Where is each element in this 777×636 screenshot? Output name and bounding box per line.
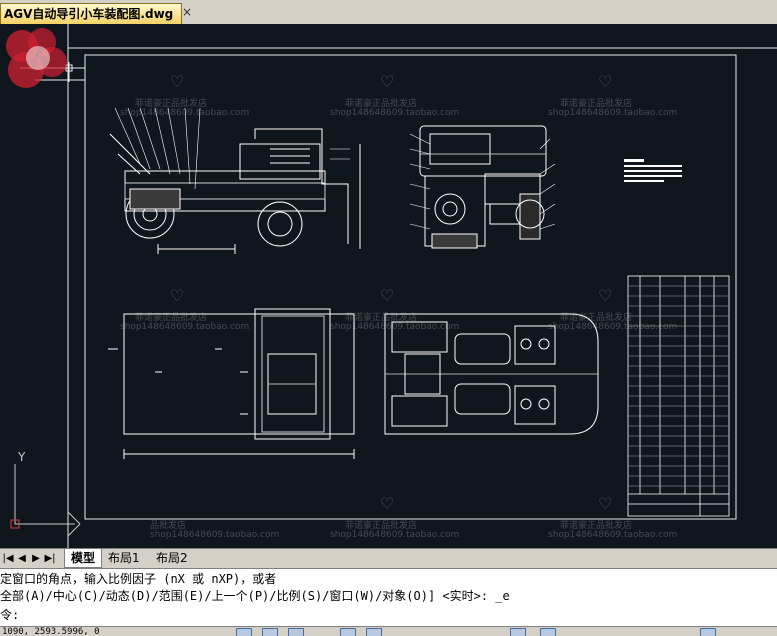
watermark-url: shop148648609.taobao.com [120,108,250,118]
tab-layout2[interactable]: 布局2 [150,549,194,567]
ucs-icon [10,464,81,537]
tab-layout1[interactable]: 布局1 [102,549,146,567]
first-tab-button[interactable]: |◀ [2,552,14,566]
status-toolbar-icons[interactable] [340,628,356,636]
command-history-line: 全部(A)/中心(C)/动态(D)/范围(E)/上一个(P)/比例(S)/窗口(… [0,589,510,603]
layout-tab-bar: |◀ ◀ ▶ ▶| 模型 布局1 布局2 [0,548,777,569]
heart-watermark-icon: ♡ [170,72,185,91]
command-prompt[interactable]: 令: [0,607,19,623]
ucs-y-label: Y [18,450,26,464]
view-front-section [419,125,547,249]
last-tab-button[interactable]: ▶| [44,552,56,566]
next-tab-button[interactable]: ▶ [30,552,42,566]
status-toolbar-icons[interactable] [288,628,304,636]
side-leaders [114,107,350,190]
view-side-elevation [109,128,361,254]
watermark-url: shop148648609.taobao.com [548,322,678,332]
document-tab[interactable]: AGV自动导引小车装配图.dwg [0,3,183,25]
status-toolbar-icons[interactable] [366,628,382,636]
command-history-line: 定窗口的角点，输入比例因子 (nX 或 nXP)，或者 [0,572,277,586]
prev-tab-button[interactable]: ◀ [16,552,28,566]
view-top [384,313,599,435]
command-window[interactable]: 定窗口的角点，输入比例因子 (nX 或 nXP)，或者 全部(A)/中心(C)/… [0,568,777,627]
heart-watermark-icon: ♡ [598,286,613,305]
stamp-logo [6,28,67,88]
status-toolbar-icons[interactable] [262,628,278,636]
heart-watermark-icon: ♡ [380,286,395,305]
heart-watermark-icon: ♡ [598,494,613,513]
watermark-url: shop148648609.taobao.com [548,530,678,540]
watermark-url: shop148648609.taobao.com [330,530,460,540]
tab-model[interactable]: 模型 [64,549,103,568]
drawing-canvas[interactable]: ♡ 菲诺豪正品批发店 shop148648609.taobao.com ♡ 菲诺… [0,24,777,548]
close-icon[interactable]: × [180,5,194,19]
heart-watermark-icon: ♡ [170,286,185,305]
watermark-url: shop148648609.taobao.com [330,108,460,118]
watermark-url: shop148648609.taobao.com [120,322,250,332]
status-toolbar-icons[interactable] [510,628,526,636]
status-toolbar-icons[interactable] [540,628,556,636]
parts-list-rows [628,285,729,487]
document-tab-bar: AGV自动导引小车装配图.dwg × [0,0,777,25]
status-toolbar-icons[interactable] [236,628,252,636]
autocad-window: AGV自动导引小车装配图.dwg × ♡ 菲诺豪正品批发店 shop148648… [0,0,777,636]
status-bar: 1090, 2593.5996, 0 [0,626,777,636]
outer-frame-line [67,24,777,49]
coordinate-readout: 1090, 2593.5996, 0 [2,627,100,636]
heart-watermark-icon: ♡ [380,494,395,513]
status-toolbar-icons[interactable] [700,628,716,636]
heart-watermark-icon: ♡ [380,72,395,91]
watermark-url: shop148648609.taobao.com [330,322,460,332]
technical-notes [624,159,682,182]
watermark-url: shop148648609.taobao.com [150,530,280,540]
heart-watermark-icon: ♡ [598,72,613,91]
watermark-url: shop148648609.taobao.com [548,108,678,118]
